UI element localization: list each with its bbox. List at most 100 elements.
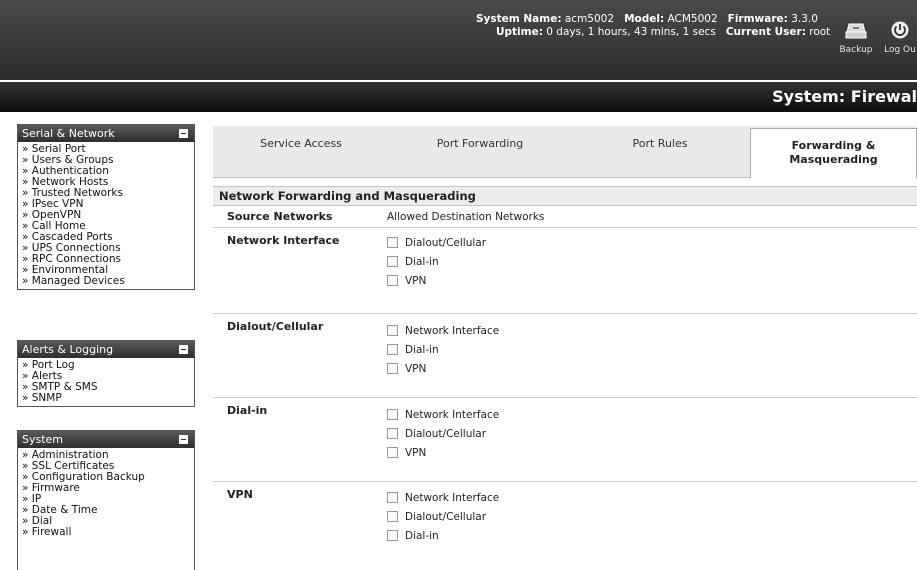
source-row-dialout-cellular: Dialout/Cellular Network Interface Dial-… bbox=[213, 314, 917, 398]
dest-checkbox[interactable]: Dial-in bbox=[387, 340, 499, 359]
checkbox-label: Dial-in bbox=[405, 255, 439, 268]
serial-network-menu: Serial & Network Serial Port Users & Gro… bbox=[17, 124, 195, 290]
dest-checkbox[interactable]: VPN bbox=[387, 443, 499, 462]
page-title: System: Firewal bbox=[772, 87, 917, 106]
dest-checkbox[interactable]: VPN bbox=[387, 359, 499, 378]
alerts-logging-menu-list: Port Log Alerts SMTP & SMS SNMP bbox=[18, 358, 194, 406]
checkbox-label: VPN bbox=[405, 362, 427, 375]
destination-options: Network Interface Dialout/Cellular VPN bbox=[387, 405, 499, 462]
firmware-label: Firmware: bbox=[727, 13, 788, 25]
checkbox-label: Dialout/Cellular bbox=[405, 510, 487, 523]
serial-network-menu-title: Serial & Network bbox=[22, 127, 115, 140]
checkbox-icon bbox=[387, 511, 398, 522]
dest-checkbox[interactable]: Dialout/Cellular bbox=[387, 233, 486, 252]
checkbox-label: Network Interface bbox=[405, 408, 500, 421]
sidebar-item-firmware[interactable]: Firmware bbox=[22, 483, 194, 494]
checkbox-icon bbox=[387, 409, 398, 420]
dest-checkbox[interactable]: Network Interface bbox=[387, 488, 499, 507]
current-user-value: root bbox=[809, 26, 831, 38]
source-label: Dialout/Cellular bbox=[227, 320, 324, 333]
backup-button[interactable]: Backup bbox=[838, 20, 874, 55]
checkbox-label: Dialout/Cellular bbox=[405, 236, 487, 249]
checkbox-label: Dial-in bbox=[405, 529, 439, 542]
firmware-value: 3.3.0 bbox=[791, 13, 818, 25]
checkbox-icon bbox=[387, 256, 398, 267]
allowed-destinations-header: Allowed Destination Networks bbox=[387, 211, 545, 223]
dest-checkbox[interactable]: Dialout/Cellular bbox=[387, 507, 499, 526]
source-row-vpn: VPN Network Interface Dialout/Cellular D… bbox=[213, 482, 917, 562]
destination-options: Dialout/Cellular Dial-in VPN bbox=[387, 233, 486, 290]
section-title: Network Forwarding and Masquerading bbox=[213, 186, 917, 206]
serial-network-menu-header[interactable]: Serial & Network bbox=[18, 125, 194, 142]
backup-icon bbox=[845, 23, 867, 39]
tab-port-forwarding[interactable]: Port Forwarding bbox=[389, 126, 571, 178]
system-menu-title: System bbox=[22, 433, 64, 446]
sidebar-item-snmp[interactable]: SNMP bbox=[22, 393, 194, 404]
destination-options: Network Interface Dial-in VPN bbox=[387, 321, 499, 378]
dest-checkbox[interactable]: Network Interface bbox=[387, 405, 499, 424]
checkbox-label: VPN bbox=[405, 446, 427, 459]
source-row-dial-in: Dial-in Network Interface Dialout/Cellul… bbox=[213, 398, 917, 482]
checkbox-icon bbox=[387, 492, 398, 503]
system-name-value: acm5002 bbox=[564, 13, 615, 25]
system-menu-list: Administration SSL Certificates Configur… bbox=[18, 448, 194, 540]
title-bar: System: Firewal bbox=[0, 82, 917, 112]
checkbox-icon bbox=[387, 363, 398, 374]
checkbox-icon bbox=[387, 344, 398, 355]
dest-checkbox[interactable]: Dialout/Cellular bbox=[387, 424, 499, 443]
power-icon bbox=[891, 21, 909, 39]
checkbox-icon bbox=[387, 530, 398, 541]
current-user-label: Current User: bbox=[725, 26, 806, 38]
system-info: System Name: acm5002 Model: ACM5002 Firm… bbox=[476, 13, 830, 39]
sidebar-item-firewall[interactable]: Firewall bbox=[22, 527, 194, 538]
logout-label: Log Ou bbox=[884, 45, 916, 55]
system-name-label: System Name: bbox=[476, 13, 562, 25]
system-menu-header[interactable]: System bbox=[18, 431, 194, 448]
top-header: System Name: acm5002 Model: ACM5002 Firm… bbox=[0, 0, 917, 80]
checkbox-label: Dial-in bbox=[405, 343, 439, 356]
source-label: VPN bbox=[227, 488, 253, 501]
dest-checkbox[interactable]: VPN bbox=[387, 271, 486, 290]
collapse-icon[interactable] bbox=[179, 435, 188, 444]
serial-network-menu-list: Serial Port Users & Groups Authenticatio… bbox=[18, 142, 194, 289]
checkbox-icon bbox=[387, 428, 398, 439]
tab-port-forwarding-label: Port Forwarding bbox=[436, 137, 524, 150]
logout-button[interactable]: Log Ou bbox=[880, 20, 917, 55]
checkbox-label: Network Interface bbox=[405, 324, 500, 337]
checkbox-label: VPN bbox=[405, 274, 427, 287]
uptime-value: 0 days, 1 hours, 43 mins, 1 secs bbox=[546, 26, 716, 38]
uptime-label: Uptime: bbox=[496, 26, 543, 38]
dest-checkbox[interactable]: Network Interface bbox=[387, 321, 499, 340]
alerts-logging-menu-header[interactable]: Alerts & Logging bbox=[18, 341, 194, 358]
tab-service-access[interactable]: Service Access bbox=[213, 126, 389, 178]
tab-fwd-label-line2: Masquerading bbox=[789, 153, 878, 166]
column-header-row: Source Networks Allowed Destination Netw… bbox=[213, 206, 917, 228]
model-label: Model: bbox=[624, 13, 665, 25]
destination-options: Network Interface Dialout/Cellular Dial-… bbox=[387, 488, 499, 545]
alerts-logging-menu: Alerts & Logging Port Log Alerts SMTP & … bbox=[17, 340, 195, 407]
forwarding-panel: Network Forwarding and Masquerading Sour… bbox=[213, 186, 917, 562]
collapse-icon[interactable] bbox=[179, 345, 188, 354]
dest-checkbox[interactable]: Dial-in bbox=[387, 526, 499, 545]
tab-forwarding-masquerading[interactable]: Forwarding & Masquerading bbox=[750, 128, 917, 179]
tab-fwd-label-line1: Forwarding & bbox=[791, 139, 876, 152]
tab-port-rules-label: Port Rules bbox=[632, 137, 688, 150]
checkbox-icon bbox=[387, 447, 398, 458]
model-value: ACM5002 bbox=[667, 13, 718, 25]
checkbox-icon bbox=[387, 275, 398, 286]
sidebar-item-managed-devices[interactable]: Managed Devices bbox=[22, 276, 194, 287]
dest-checkbox[interactable]: Dial-in bbox=[387, 252, 486, 271]
source-networks-header: Source Networks bbox=[227, 210, 333, 223]
tab-service-access-label: Service Access bbox=[260, 137, 342, 150]
firewall-tabs: Service Access Port Forwarding Port Rule… bbox=[213, 126, 917, 179]
checkbox-label: Dialout/Cellular bbox=[405, 427, 487, 440]
checkbox-icon bbox=[387, 325, 398, 336]
checkbox-icon bbox=[387, 237, 398, 248]
source-label: Network Interface bbox=[227, 234, 340, 247]
source-row-network-interface: Network Interface Dialout/Cellular Dial-… bbox=[213, 228, 917, 314]
tab-port-rules[interactable]: Port Rules bbox=[571, 126, 749, 178]
source-label: Dial-in bbox=[227, 404, 268, 417]
collapse-icon[interactable] bbox=[179, 129, 188, 138]
checkbox-label: Network Interface bbox=[405, 491, 500, 504]
alerts-logging-menu-title: Alerts & Logging bbox=[22, 343, 114, 356]
